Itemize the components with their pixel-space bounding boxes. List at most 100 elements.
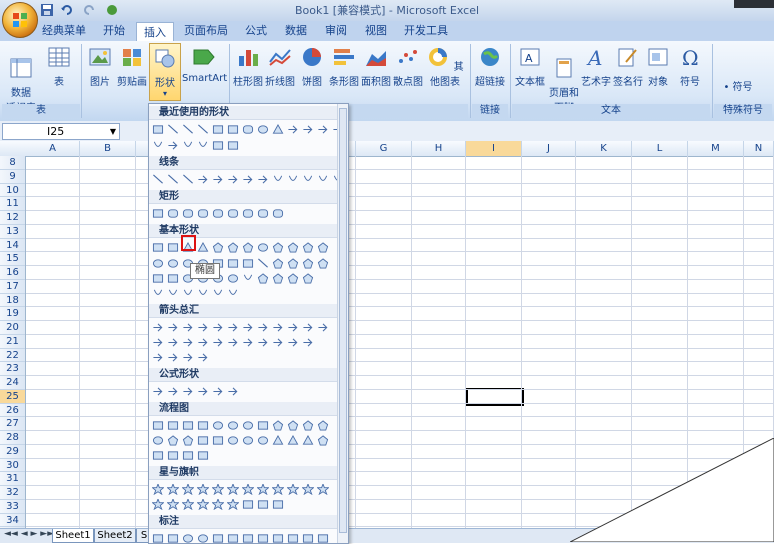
shape-option[interactable] bbox=[167, 533, 179, 544]
shape-option[interactable] bbox=[287, 242, 299, 253]
row-header[interactable]: 15 bbox=[0, 252, 25, 266]
shape-option[interactable] bbox=[227, 322, 239, 333]
row-header[interactable]: 25 bbox=[0, 389, 25, 404]
shape-option[interactable] bbox=[227, 288, 239, 299]
shape-option[interactable] bbox=[272, 533, 284, 544]
shape-option[interactable] bbox=[152, 208, 164, 219]
row-header[interactable]: 11 bbox=[0, 197, 25, 211]
sheet-nav-icon[interactable]: ◄◄ ◄ ► ►► bbox=[4, 529, 54, 539]
shape-option[interactable] bbox=[302, 174, 314, 185]
signature-line-button[interactable]: 签名行 bbox=[612, 46, 644, 88]
shape-option[interactable] bbox=[212, 242, 224, 253]
wordart-button[interactable]: A 艺术字 bbox=[580, 46, 612, 88]
symbol-button[interactable]: Ω 符号 bbox=[674, 46, 706, 88]
row-header[interactable]: 27 bbox=[0, 417, 25, 431]
textbox-button[interactable]: A 文本框 bbox=[514, 46, 546, 88]
shape-option[interactable] bbox=[272, 258, 284, 269]
shape-option[interactable] bbox=[197, 499, 209, 510]
shape-option[interactable] bbox=[287, 322, 299, 333]
shape-option[interactable] bbox=[287, 484, 299, 495]
shape-option[interactable] bbox=[257, 208, 269, 219]
shape-option[interactable] bbox=[152, 124, 164, 135]
shape-option[interactable] bbox=[212, 140, 224, 151]
shape-option[interactable] bbox=[152, 288, 164, 299]
shape-option[interactable] bbox=[182, 124, 194, 135]
sheet-tab[interactable]: Sheet2 bbox=[94, 529, 136, 543]
shape-option[interactable] bbox=[287, 273, 299, 284]
smartart-button[interactable]: SmartArt bbox=[182, 46, 227, 84]
oval-shape-highlight[interactable] bbox=[181, 235, 196, 251]
shapes-scrollbar[interactable] bbox=[337, 104, 348, 543]
shape-option[interactable] bbox=[242, 499, 254, 510]
shape-option[interactable] bbox=[167, 273, 179, 284]
column-header[interactable]: I bbox=[466, 141, 522, 156]
shape-option[interactable] bbox=[212, 124, 224, 135]
shape-option[interactable] bbox=[257, 420, 269, 431]
shape-option[interactable] bbox=[182, 484, 194, 495]
tab-formulas[interactable]: 公式 bbox=[238, 21, 274, 41]
shape-option[interactable] bbox=[287, 533, 299, 544]
shape-option[interactable] bbox=[197, 386, 209, 397]
shape-option[interactable] bbox=[227, 435, 239, 446]
shape-option[interactable] bbox=[257, 258, 269, 269]
shape-option[interactable] bbox=[272, 124, 284, 135]
shape-option[interactable] bbox=[272, 322, 284, 333]
quick-access-customize-icon[interactable] bbox=[105, 3, 119, 17]
shape-option[interactable] bbox=[302, 273, 314, 284]
shape-option[interactable] bbox=[212, 533, 224, 544]
shape-option[interactable] bbox=[182, 174, 194, 185]
shape-option[interactable] bbox=[272, 273, 284, 284]
shape-option[interactable] bbox=[302, 420, 314, 431]
shape-option[interactable] bbox=[182, 288, 194, 299]
shape-option[interactable] bbox=[272, 420, 284, 431]
shape-option[interactable] bbox=[197, 352, 209, 363]
shape-option[interactable] bbox=[212, 435, 224, 446]
shape-option[interactable] bbox=[257, 533, 269, 544]
shape-option[interactable] bbox=[287, 337, 299, 348]
shape-option[interactable] bbox=[152, 352, 164, 363]
shape-option[interactable] bbox=[272, 337, 284, 348]
shape-option[interactable] bbox=[197, 242, 209, 253]
row-header[interactable]: 26 bbox=[0, 404, 25, 418]
shape-option[interactable] bbox=[197, 435, 209, 446]
shape-option[interactable] bbox=[182, 435, 194, 446]
shape-option[interactable] bbox=[212, 337, 224, 348]
shape-option[interactable] bbox=[197, 420, 209, 431]
row-header[interactable]: 13 bbox=[0, 225, 25, 239]
shape-option[interactable] bbox=[257, 322, 269, 333]
shape-option[interactable] bbox=[182, 352, 194, 363]
shape-option[interactable] bbox=[167, 242, 179, 253]
row-header[interactable]: 24 bbox=[0, 376, 25, 390]
tab-insert[interactable]: 插入 bbox=[136, 22, 174, 42]
shape-option[interactable] bbox=[227, 124, 239, 135]
row-header[interactable]: 8 bbox=[0, 156, 25, 170]
shape-option[interactable] bbox=[227, 242, 239, 253]
shape-option[interactable] bbox=[197, 124, 209, 135]
shape-option[interactable] bbox=[302, 322, 314, 333]
shape-option[interactable] bbox=[167, 337, 179, 348]
shape-option[interactable] bbox=[257, 242, 269, 253]
row-header[interactable]: 29 bbox=[0, 445, 25, 459]
shape-option[interactable] bbox=[242, 322, 254, 333]
shape-option[interactable] bbox=[167, 140, 179, 151]
shape-option[interactable] bbox=[302, 435, 314, 446]
shape-option[interactable] bbox=[167, 208, 179, 219]
shape-option[interactable] bbox=[167, 174, 179, 185]
shape-option[interactable] bbox=[317, 174, 329, 185]
shape-option[interactable] bbox=[152, 450, 164, 461]
shape-option[interactable] bbox=[152, 242, 164, 253]
shape-option[interactable] bbox=[287, 258, 299, 269]
shape-option[interactable] bbox=[197, 533, 209, 544]
shape-option[interactable] bbox=[167, 258, 179, 269]
shape-option[interactable] bbox=[257, 174, 269, 185]
shape-option[interactable] bbox=[272, 499, 284, 510]
shape-option[interactable] bbox=[242, 208, 254, 219]
row-header[interactable]: 31 bbox=[0, 472, 25, 486]
tab-page-layout[interactable]: 页面布局 bbox=[180, 21, 232, 41]
shape-option[interactable] bbox=[302, 337, 314, 348]
shape-option[interactable] bbox=[302, 258, 314, 269]
shape-option[interactable] bbox=[182, 450, 194, 461]
shape-option[interactable] bbox=[212, 386, 224, 397]
shape-option[interactable] bbox=[302, 242, 314, 253]
shape-option[interactable] bbox=[182, 533, 194, 544]
